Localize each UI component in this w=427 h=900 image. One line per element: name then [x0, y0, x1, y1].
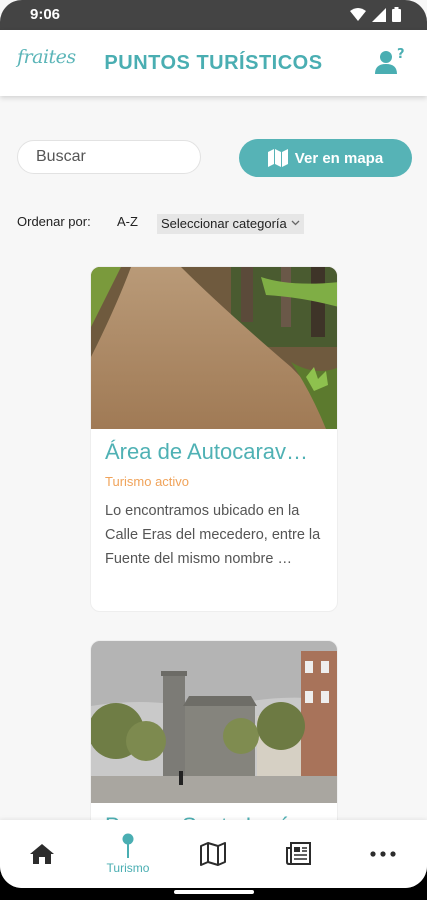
profile-button[interactable]: ? — [375, 46, 407, 76]
nav-item-more[interactable] — [343, 820, 423, 888]
category-select[interactable]: Seleccionar categoría — [157, 214, 304, 234]
status-bar: 9:06 — [0, 0, 427, 30]
page-title: PUNTOS TURÍSTICOS — [104, 52, 323, 74]
svg-text:?: ? — [397, 47, 405, 62]
nav-label-turismo: Turismo — [106, 861, 150, 875]
nav-item-map[interactable] — [173, 820, 253, 888]
home-icon — [30, 844, 54, 864]
app-header: fraites PUNTOS TURÍSTICOS ? — [0, 30, 427, 96]
poi-card[interactable]: Área de Autocarav… Turismo activo Lo enc… — [90, 266, 338, 612]
sort-label: Ordenar por: — [17, 214, 91, 229]
more-icon — [370, 851, 396, 857]
map-icon — [200, 842, 226, 866]
nav-item-turismo[interactable]: Turismo — [88, 820, 168, 888]
map-icon — [267, 149, 288, 167]
app-screen: 9:06 fraites PUNTOS TURÍSTICOS ? Buscar … — [0, 0, 427, 888]
device-frame: 9:06 fraites PUNTOS TURÍSTICOS ? Buscar … — [0, 0, 427, 900]
user-help-icon: ? — [375, 47, 405, 74]
view-map-label: Ver en mapa — [294, 149, 384, 167]
status-time: 9:06 — [30, 6, 61, 23]
sort-az-option[interactable]: A-Z — [117, 214, 138, 229]
poi-card[interactable]: Parque Santa Lucía — [90, 640, 338, 840]
poi-title: Área de Autocarav… — [105, 439, 309, 464]
nav-item-home[interactable] — [2, 820, 82, 888]
chevron-down-icon — [291, 220, 300, 226]
status-icons — [350, 7, 401, 22]
view-map-button[interactable]: Ver en mapa — [239, 139, 412, 177]
news-icon — [286, 842, 311, 865]
poi-photo-church — [91, 641, 337, 803]
nav-item-news[interactable] — [259, 820, 339, 888]
bottom-nav: Turismo — [0, 820, 427, 888]
category-select-value: Seleccionar categoría — [161, 216, 287, 231]
battery-icon — [392, 7, 401, 22]
poi-category: Turismo activo — [105, 474, 190, 489]
search-input[interactable] — [17, 140, 201, 174]
gesture-home-bar[interactable] — [174, 890, 254, 894]
signal-icon — [372, 7, 386, 22]
wifi-icon — [350, 8, 366, 21]
poi-photo-path — [91, 267, 337, 429]
poi-description: Lo encontramos ubicado en la Calle Eras … — [105, 503, 321, 567]
pin-icon — [122, 833, 134, 858]
